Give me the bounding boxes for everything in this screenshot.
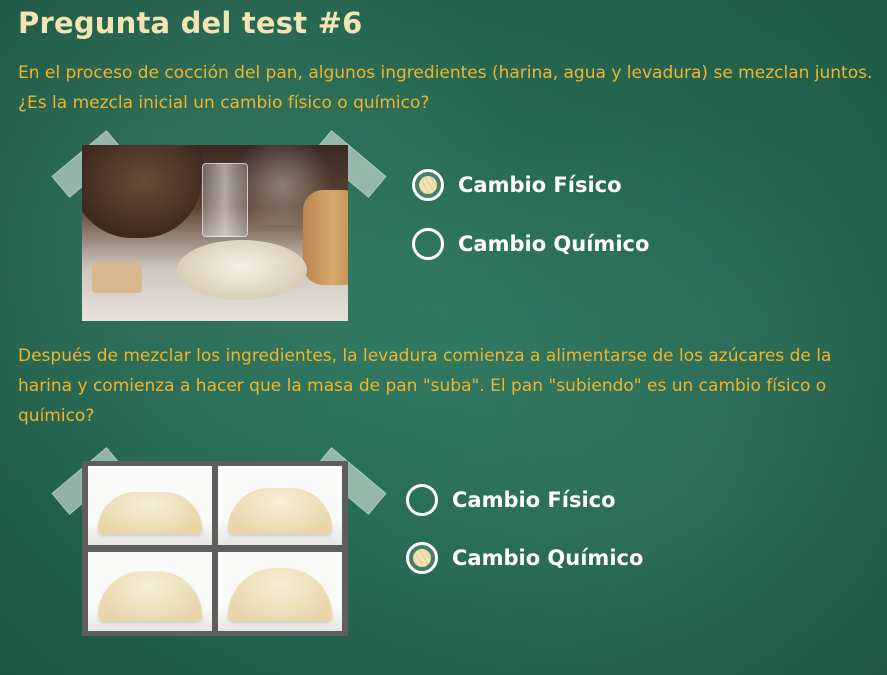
dough-frame-3 xyxy=(88,552,212,631)
q2-option-physical[interactable]: Cambio Físico xyxy=(406,484,616,516)
bread-ingredients-photo xyxy=(82,145,348,321)
dough-loaf-shape xyxy=(98,492,202,534)
question-2-text: Después de mezclar los ingredientes, la … xyxy=(18,346,832,426)
radio-unchecked-icon[interactable] xyxy=(406,484,438,516)
dough-frame-4 xyxy=(218,552,342,631)
radio-fill xyxy=(413,549,431,567)
option-label: Cambio Químico xyxy=(452,546,644,570)
q2-option-chemical[interactable]: Cambio Químico xyxy=(406,542,643,574)
dough-loaf-shape xyxy=(228,568,332,621)
option-label: Cambio Físico xyxy=(458,173,622,197)
page-title: Pregunta del test #6 xyxy=(18,6,363,40)
dough-loaf-shape xyxy=(228,488,332,534)
radio-checked-icon[interactable] xyxy=(412,169,444,201)
option-label: Cambio Químico xyxy=(458,232,650,256)
dough-frame-2 xyxy=(218,466,342,545)
option-label: Cambio Físico xyxy=(452,488,616,512)
dough-frame-1 xyxy=(88,466,212,545)
rising-dough-photo-grid xyxy=(82,461,348,636)
q1-option-physical[interactable]: Cambio Físico xyxy=(412,169,622,201)
question-1-text: En el proceso de cocción del pan, alguno… xyxy=(18,63,873,113)
dough-loaf-shape xyxy=(98,571,202,621)
water-glass-shape xyxy=(202,163,248,237)
yeast-block-shape xyxy=(92,263,142,293)
q1-option-chemical[interactable]: Cambio Químico xyxy=(412,228,649,260)
dough-shape xyxy=(177,240,307,300)
radio-unchecked-icon[interactable] xyxy=(412,228,444,260)
radio-fill xyxy=(419,176,437,194)
basket-shape xyxy=(303,190,348,285)
bowl-shape xyxy=(82,145,202,238)
radio-checked-icon[interactable] xyxy=(406,542,438,574)
